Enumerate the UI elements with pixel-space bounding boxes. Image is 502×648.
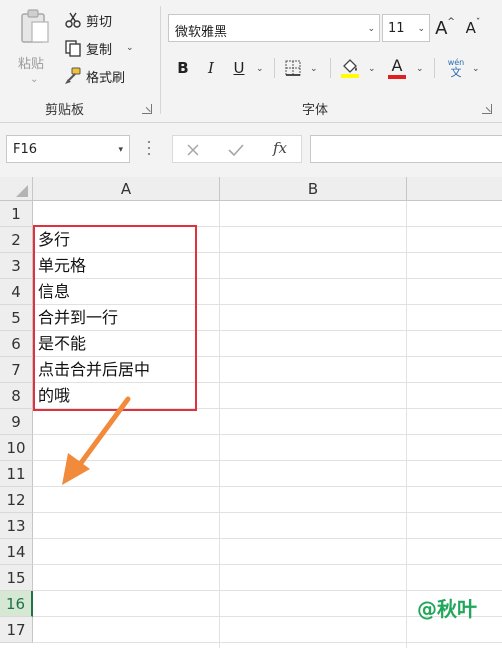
grow-font-icon: A <box>435 17 448 39</box>
font-size-dropdown[interactable]: 11 ⌄ <box>382 14 430 42</box>
copy-dropdown-caret[interactable]: ⌄ <box>126 43 134 53</box>
row-header[interactable]: 1 <box>0 201 33 227</box>
paste-dropdown-caret[interactable]: ⌄ <box>30 74 38 85</box>
font-color-button[interactable]: A <box>386 56 408 80</box>
paste-icon <box>21 9 49 43</box>
row-header[interactable]: 15 <box>0 565 33 591</box>
row-header[interactable]: 17 <box>0 617 33 643</box>
watermark: @秋叶 <box>417 597 477 621</box>
row-header[interactable]: 14 <box>0 539 33 565</box>
fill-color-button[interactable] <box>338 56 362 80</box>
chevron-down-icon[interactable]: ⌄ <box>368 64 376 74</box>
chevron-down-icon[interactable]: ⌄ <box>367 24 375 34</box>
insert-function-icon[interactable]: fx <box>273 139 287 157</box>
scissors-icon <box>65 12 81 28</box>
row-header[interactable]: 12 <box>0 487 33 513</box>
copy-label: 复制 <box>86 42 113 58</box>
clipboard-dialog-launcher-icon[interactable] <box>142 104 152 114</box>
row-header[interactable]: 11 <box>0 461 33 487</box>
select-all-button[interactable] <box>0 177 33 201</box>
underline-button[interactable]: U <box>228 56 250 80</box>
borders-button[interactable] <box>282 56 304 80</box>
chevron-down-icon[interactable]: ⌄ <box>256 64 264 74</box>
column-header-b[interactable]: B <box>220 177 407 201</box>
underline-icon: U <box>233 59 245 77</box>
font-size-value: 11 <box>388 21 405 36</box>
row-header[interactable]: 7 <box>0 357 33 383</box>
bold-icon: B <box>177 59 189 77</box>
bold-button[interactable]: B <box>172 56 194 80</box>
chevron-down-icon[interactable]: ⌄ <box>417 24 425 34</box>
format-painter-button[interactable]: 格式刷 <box>64 64 125 88</box>
name-box[interactable]: F16 ▾ <box>6 135 130 163</box>
worksheet-grid: A B 1 2 3 4 5 6 7 8 9 10 11 12 13 14 15 … <box>0 177 502 648</box>
grow-font-button[interactable]: A ^ <box>434 14 456 42</box>
copy-button[interactable]: 复制 ⌄ <box>64 36 134 60</box>
paintbrush-icon <box>65 67 81 84</box>
row-header[interactable]: 8 <box>0 383 33 409</box>
shrink-font-button[interactable]: A ˇ <box>462 14 484 42</box>
annotation-arrow-icon <box>62 396 131 485</box>
row-header[interactable]: 5 <box>0 305 33 331</box>
row-header-selected[interactable]: 16 <box>0 591 33 617</box>
phonetic-guide-button[interactable]: wén 文 <box>444 56 468 80</box>
chevron-down-icon[interactable]: ⌄ <box>310 64 318 74</box>
font-name-value: 微软雅黑 <box>175 25 228 40</box>
row-header[interactable]: 4 <box>0 279 33 305</box>
borders-icon <box>285 60 301 76</box>
font-name-dropdown[interactable]: 微软雅黑 ⌄ <box>168 14 380 42</box>
font-group-label: 字体 <box>302 103 329 118</box>
paste-label: 粘贴 <box>18 57 45 72</box>
row-header[interactable]: 6 <box>0 331 33 357</box>
ribbon: 粘贴 ⌄ 剪切 复制 ⌄ 格式刷 剪贴板 微软雅黑 ⌄ 11 ⌄ A ^ A ˇ… <box>0 0 502 122</box>
formula-bar-buttons: fx <box>172 135 302 163</box>
italic-button[interactable]: I <box>200 56 222 80</box>
name-box-value: F16 <box>13 142 38 157</box>
cut-label: 剪切 <box>86 14 113 30</box>
phonetic-bottom-icon: 文 <box>450 65 462 79</box>
fill-color-icon <box>341 59 359 78</box>
shrink-font-icon: A <box>465 19 476 37</box>
italic-icon: I <box>208 59 214 77</box>
enter-check-icon[interactable] <box>227 142 245 158</box>
row-header[interactable]: 2 <box>0 227 33 253</box>
format-painter-label: 格式刷 <box>86 70 126 86</box>
row-header[interactable]: 10 <box>0 435 33 461</box>
ribbon-group-divider <box>160 6 161 114</box>
cut-button[interactable]: 剪切 <box>64 8 112 32</box>
column-header-c[interactable] <box>407 177 502 201</box>
chevron-down-icon[interactable]: ⌄ <box>472 64 480 74</box>
highlight-box <box>33 225 197 411</box>
paste-button[interactable]: 粘贴 ⌄ <box>12 6 56 86</box>
select-all-triangle-icon <box>16 185 28 197</box>
font-color-bar <box>388 75 406 79</box>
chevron-down-icon[interactable]: ▾ <box>118 145 123 155</box>
row-header[interactable]: 9 <box>0 409 33 435</box>
font-color-icon: A <box>391 55 403 75</box>
row-header[interactable]: 3 <box>0 253 33 279</box>
copy-icon <box>65 40 81 57</box>
column-header-a[interactable]: A <box>33 177 220 201</box>
cancel-icon[interactable] <box>185 142 201 158</box>
formula-input[interactable] <box>310 135 502 163</box>
formula-bar-splitter[interactable] <box>148 141 151 157</box>
font-dialog-launcher-icon[interactable] <box>482 104 492 114</box>
row-header[interactable]: 13 <box>0 513 33 539</box>
chevron-down-icon[interactable]: ⌄ <box>416 64 424 74</box>
clipboard-group-label: 剪贴板 <box>45 103 85 118</box>
